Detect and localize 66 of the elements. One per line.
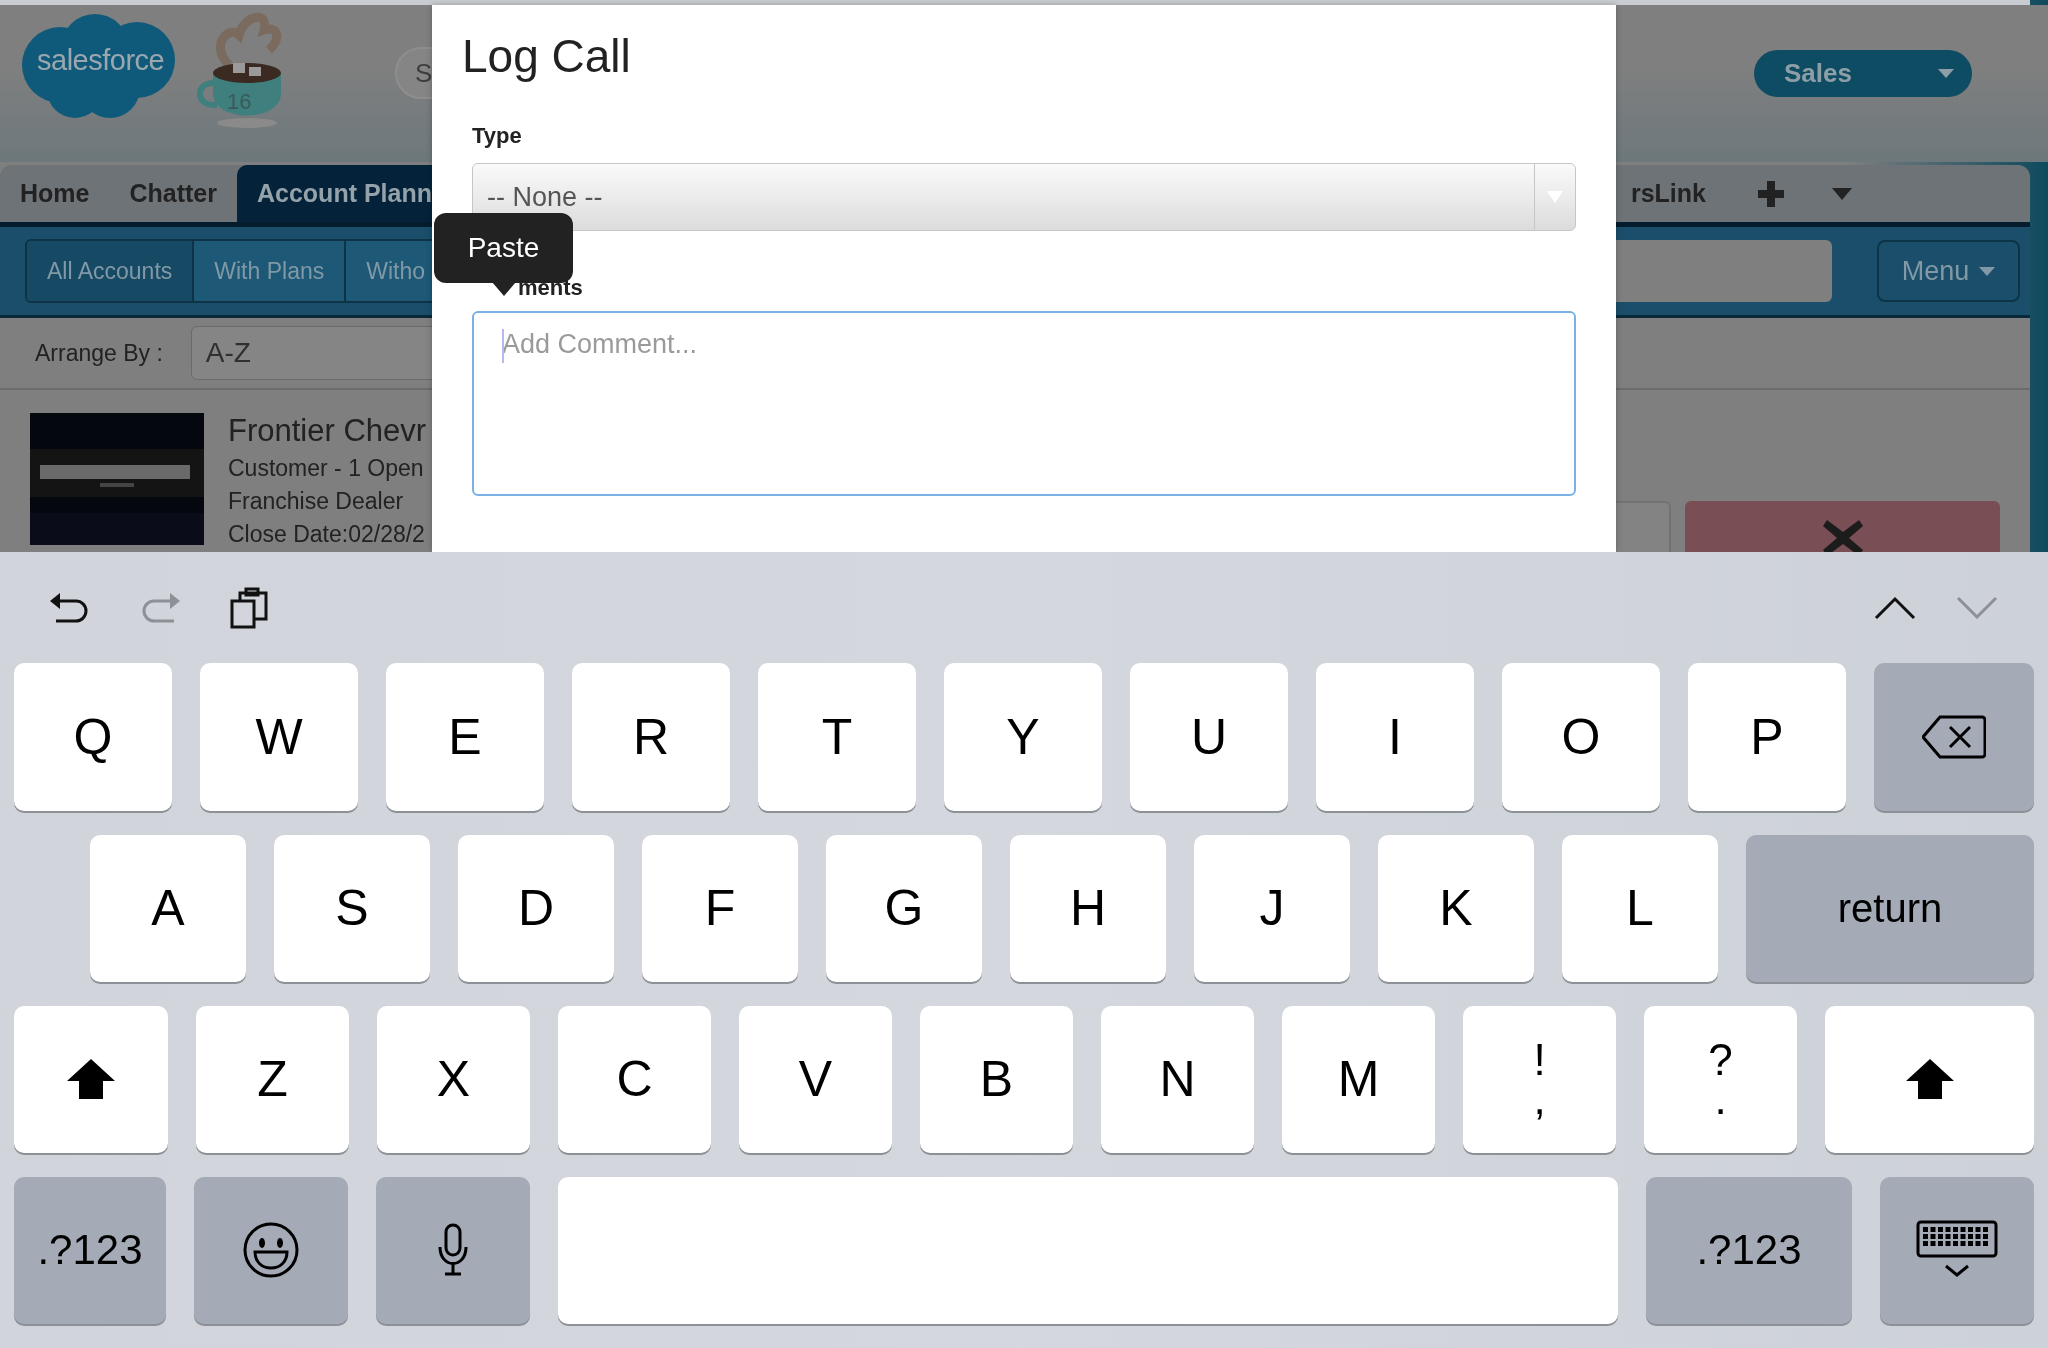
hide-key[interactable] [1880,1176,2034,1324]
key[interactable]: R [572,663,730,811]
arrange-label: Arrange By : [35,339,163,367]
chevron-up-icon[interactable] [1874,595,1916,620]
key[interactable]: ! , [1463,1005,1616,1153]
close-icon [1822,520,1863,552]
shift-icon [1905,1059,1954,1100]
backspace-icon [1922,714,1986,759]
caret-icon [1979,266,1996,276]
key[interactable]: H [1010,834,1166,982]
microphone-icon [438,1223,468,1278]
emoji-key[interactable] [194,1176,348,1324]
mic-key[interactable] [376,1176,530,1324]
backspace-key[interactable] [1874,663,2034,811]
key[interactable]: Z [196,1005,349,1153]
key[interactable]: G [826,834,982,982]
key-bottom-label: . [1714,1079,1727,1119]
return-key[interactable]: return [1746,834,2034,982]
type-dropdown[interactable]: -- None -- [472,163,1576,231]
key-top-label: ! [1533,1039,1546,1080]
key[interactable]: S [274,834,430,982]
more-icon[interactable] [1832,187,1852,200]
account-name[interactable]: Frontier Chevr [228,413,427,449]
key[interactable]: Q [14,663,172,811]
plus-icon[interactable] [1758,180,1784,207]
emoji-icon [243,1222,299,1279]
key[interactable]: Y [944,663,1102,811]
undo-icon[interactable] [50,590,90,625]
key[interactable]: M [1282,1005,1435,1153]
field-label: Type [472,123,523,149]
key[interactable]: A [90,834,246,982]
dialog-title: Log Call [462,29,632,83]
numbers-key[interactable]: .?123 [14,1176,166,1324]
key[interactable]: I [1316,663,1474,811]
key[interactable]: P [1688,663,1846,811]
account-detail: Franchise Dealer [228,488,405,515]
delete-button[interactable] [1685,501,2000,552]
clipboard-icon[interactable] [230,586,268,629]
key[interactable]: U [1130,663,1288,811]
shift-key[interactable] [14,1005,168,1153]
caret-icon [1938,69,1954,78]
account-detail: Customer - 1 Open [228,455,425,482]
account-detail: Close Date:02/28/2 [228,521,426,548]
shift-key[interactable] [1825,1005,2034,1153]
key[interactable]: F [642,834,798,982]
key[interactable]: D [458,834,614,982]
key[interactable]: C [558,1005,711,1153]
caret-icon [1547,191,1563,203]
key[interactable]: N [1101,1005,1254,1153]
key[interactable]: T [758,663,916,811]
key[interactable]: J [1194,834,1350,982]
key[interactable]: X [377,1005,530,1153]
key-top-label: ? [1708,1039,1733,1080]
logo-text: salesforce [37,44,165,77]
key[interactable]: K [1378,834,1534,982]
shift-icon [67,1059,115,1100]
key[interactable]: V [739,1005,892,1153]
key-bottom-label: , [1533,1079,1546,1119]
numbers-key[interactable]: .?123 [1646,1176,1852,1324]
key[interactable]: B [920,1005,1073,1153]
key[interactable]: W [200,663,358,811]
key[interactable]: L [1562,834,1718,982]
key[interactable]: ? . [1644,1005,1797,1153]
key[interactable]: E [386,663,544,811]
key[interactable]: O [1502,663,1660,811]
tooltip-tail-icon [492,282,516,296]
